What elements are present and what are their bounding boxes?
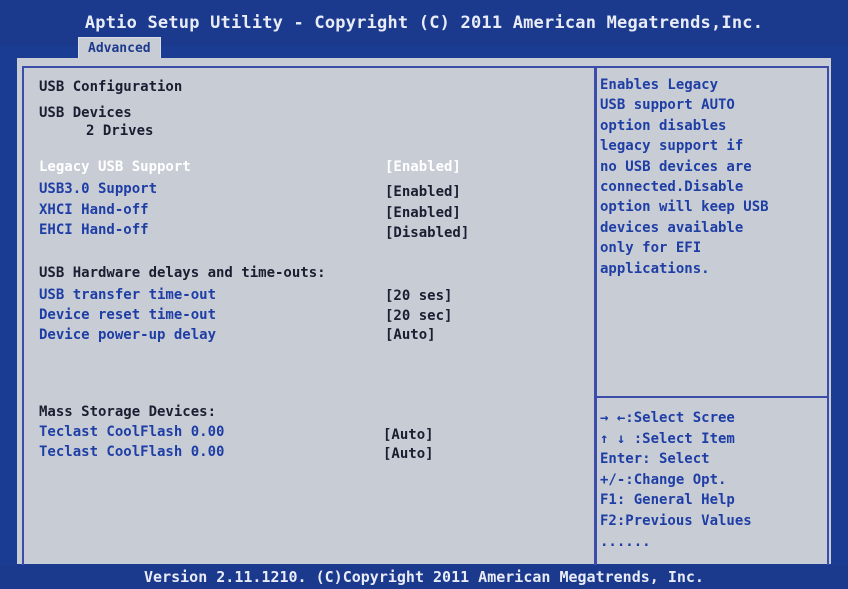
help-line: USB support AUTO (600, 97, 735, 114)
usb-devices-heading: USB Devices (39, 105, 132, 121)
device-reset-timeout-option[interactable]: Device reset time-out (39, 306, 216, 324)
mass-storage-device-1-value[interactable]: [Auto] (383, 426, 434, 444)
help-line: legacy support if (600, 138, 744, 155)
key-legend-line: Enter: Select (600, 451, 710, 468)
key-legend-line: F2:Previous Values (600, 513, 752, 529)
footer-version: Version 2.11.1210. (C)Copyright 2011 Ame… (0, 565, 848, 589)
help-line: only for EFI (600, 240, 702, 257)
help-line: option will keep USB (600, 199, 769, 216)
device-reset-timeout-value[interactable]: [20 sec] (385, 307, 452, 325)
legacy-usb-support-option[interactable]: Legacy USB Support (39, 158, 191, 176)
mass-storage-device-2-option[interactable]: Teclast CoolFlash 0.00 (39, 443, 224, 461)
device-powerup-delay-option[interactable]: Device power-up delay (39, 326, 216, 344)
xhci-handoff-option[interactable]: XHCI Hand-off (39, 201, 149, 219)
help-divider (595, 396, 827, 398)
help-line: Enables Legacy (600, 77, 719, 93)
usb3-support-option[interactable]: USB3.0 Support (39, 180, 157, 198)
help-line: connected.Disable (600, 179, 744, 195)
legacy-usb-support-value[interactable]: [Enabled] (385, 158, 461, 176)
ehci-handoff-option[interactable]: EHCI Hand-off (39, 221, 149, 239)
key-legend-line: +/-:Change Opt. (600, 471, 727, 488)
help-line: applications. (600, 260, 710, 277)
delays-heading: USB Hardware delays and time-outs: (39, 265, 326, 281)
usb-transfer-timeout-option[interactable]: USB transfer time-out (39, 286, 216, 304)
usb3-support-value[interactable]: [Enabled] (385, 183, 461, 201)
tab-advanced[interactable]: Advanced (78, 37, 161, 59)
key-legend-line: ...... (600, 533, 651, 550)
xhci-handoff-value[interactable]: [Enabled] (385, 204, 461, 222)
mass-storage-device-2-value[interactable]: [Auto] (383, 445, 434, 463)
mass-storage-device-1-option[interactable]: Teclast CoolFlash 0.00 (39, 423, 224, 441)
ehci-handoff-value[interactable]: [Disabled] (385, 224, 469, 242)
key-legend-line: F1: General Help (600, 492, 735, 509)
usb-devices-count: 2 Drives (86, 123, 154, 139)
help-line: option disables (600, 117, 727, 134)
usb-transfer-timeout-value[interactable]: [20 ses] (385, 287, 452, 305)
key-legend-line: → ←:Select Scree (600, 410, 735, 426)
key-legend-line: ↑ ↓ :Select Item (600, 430, 735, 447)
section-title: USB Configuration (39, 79, 183, 95)
device-powerup-delay-value[interactable]: [Auto] (385, 326, 436, 344)
mass-storage-heading: Mass Storage Devices: (39, 404, 217, 420)
help-line: devices available (600, 219, 744, 236)
help-line: no USB devices are (600, 158, 752, 175)
